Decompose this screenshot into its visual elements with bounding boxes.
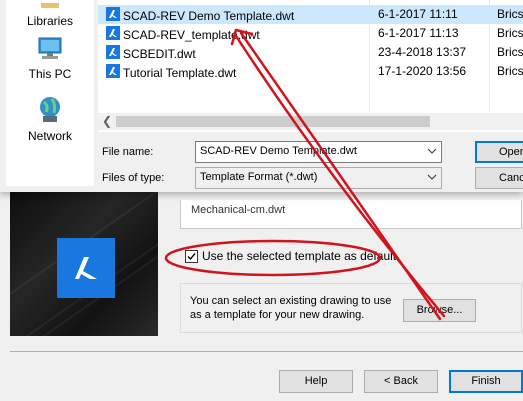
open-template-dialog: Libraries This PC Network SCAD-REV Demo … <box>0 0 523 192</box>
file-date: 6-1-2017 11:11 <box>378 7 458 21</box>
template-list-item[interactable]: Mechanical-cm.dwt <box>191 204 285 216</box>
file-list[interactable]: SCAD-REV Demo Template.dwt 6-1-2017 11:1… <box>98 0 523 132</box>
place-libraries[interactable]: Libraries <box>6 0 94 28</box>
libraries-icon <box>6 0 94 12</box>
divider <box>10 351 523 352</box>
file-type: Brics <box>497 26 523 40</box>
files-of-type-label: Files of type: <box>102 172 165 184</box>
browse-info-text: You can select an existing drawing to us… <box>190 295 392 321</box>
bricscad-logo-panel <box>10 190 158 336</box>
file-name-cell: Tutorial Template.dwt <box>106 64 236 81</box>
browse-button[interactable]: Browse... <box>403 299 476 322</box>
computer-icon <box>6 36 94 65</box>
scroll-left-icon[interactable]: ❮ <box>102 114 112 128</box>
file-date: 17-1-2020 13:56 <box>378 64 467 78</box>
places-sidebar: Libraries This PC Network <box>6 0 94 186</box>
back-button[interactable]: < Back <box>364 370 438 393</box>
file-name-value: SCAD-REV Demo Template.dwt <box>200 145 357 157</box>
file-date: 23-4-2018 13:37 <box>378 45 467 59</box>
chevron-down-icon[interactable] <box>426 169 438 185</box>
file-name: SCBEDIT.dwt <box>123 46 196 61</box>
dwt-file-icon <box>106 64 120 81</box>
files-of-type-select[interactable]: Template Format (*.dwt) <box>195 167 442 189</box>
open-button[interactable]: Open <box>475 141 523 163</box>
file-row[interactable]: Tutorial Template.dwt 17-1-2020 13:56 Br… <box>98 62 523 81</box>
chevron-down-icon[interactable] <box>426 143 438 159</box>
default-template-option[interactable]: Use the selected template as default <box>185 249 396 263</box>
file-row[interactable]: SCAD-REV_template.dwt 6-1-2017 11:13 Bri… <box>98 24 523 43</box>
file-name-label: File name: <box>102 146 154 158</box>
file-name-input[interactable]: SCAD-REV Demo Template.dwt <box>195 141 442 163</box>
dwt-file-icon <box>106 26 120 43</box>
default-template-label[interactable]: Use the selected template as default <box>202 249 396 263</box>
template-list[interactable]: Mechanical-cm.dwt <box>180 200 522 229</box>
scrollbar-thumb[interactable] <box>116 116 430 127</box>
file-type: Brics <box>497 64 523 78</box>
file-name: Tutorial Template.dwt <box>123 65 237 80</box>
default-template-checkbox[interactable] <box>185 249 198 263</box>
place-this-pc[interactable]: This PC <box>6 36 94 81</box>
check-icon <box>187 252 196 260</box>
file-type: Brics <box>497 7 523 21</box>
browse-info-group: You can select an existing drawing to us… <box>180 283 522 333</box>
place-label: Network <box>27 129 72 143</box>
file-name: SCAD-REV_template.dwt <box>123 27 260 42</box>
place-network[interactable]: Network <box>6 96 94 143</box>
files-of-type-value: Template Format (*.dwt) <box>200 171 318 183</box>
file-row[interactable]: SCBEDIT.dwt 23-4-2018 13:37 Brics <box>98 43 523 62</box>
bricscad-logo-icon <box>57 238 115 298</box>
file-name: SCAD-REV Demo Template.dwt <box>123 8 295 23</box>
cancel-button[interactable]: Cance <box>475 167 523 189</box>
help-button[interactable]: Help <box>279 370 353 393</box>
place-label: This PC <box>28 67 72 81</box>
dwt-file-icon <box>106 45 120 62</box>
finish-button[interactable]: Finish <box>449 370 523 393</box>
network-icon <box>6 96 94 127</box>
file-name-cell: SCAD-REV_template.dwt <box>106 26 260 43</box>
dwt-file-icon <box>106 7 120 24</box>
horizontal-scrollbar[interactable]: ❮ <box>98 113 523 130</box>
file-date: 6-1-2017 11:13 <box>378 26 459 40</box>
file-row[interactable]: SCAD-REV Demo Template.dwt 6-1-2017 11:1… <box>98 5 523 24</box>
file-type: Brics <box>497 45 523 59</box>
file-name-cell: SCAD-REV Demo Template.dwt <box>106 7 294 24</box>
file-name-cell: SCBEDIT.dwt <box>106 45 196 62</box>
place-label: Libraries <box>26 14 74 28</box>
